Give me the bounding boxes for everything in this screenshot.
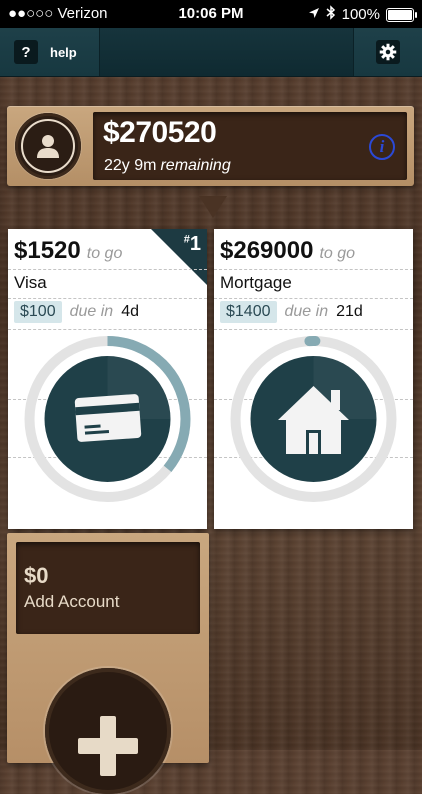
payment-chip: $1400 — [220, 301, 277, 323]
gear-icon — [376, 40, 400, 64]
bluetooth-icon — [326, 5, 336, 24]
total-remaining-box: $270520 22y 9m remaining i — [93, 112, 407, 180]
due-label: due in — [69, 303, 114, 320]
progress-ring — [214, 334, 413, 524]
location-arrow-icon — [308, 6, 320, 23]
total-amount: $270520 — [103, 116, 217, 149]
nav-bar: ? help — [0, 28, 422, 77]
time-remaining-value: 22y 9m — [104, 157, 157, 174]
progress-ring — [8, 334, 207, 524]
battery-icon — [386, 7, 417, 22]
battery-percent: 100% — [341, 6, 380, 23]
help-label: help — [50, 44, 77, 60]
due-row: $1400 due in 21d — [220, 301, 363, 323]
account-name: Visa — [14, 273, 47, 292]
summary-panel: $270520 22y 9m remaining i — [7, 106, 414, 186]
account-card-visa[interactable]: $1520 to go #1 Visa $100 due in 4d — [8, 229, 207, 529]
person-icon — [37, 135, 59, 158]
settings-button[interactable] — [353, 28, 422, 76]
add-account-box: $0 Add Account — [16, 542, 200, 634]
togo-label: to go — [86, 245, 123, 262]
status-bar: ●●○○○ Verizon 10:06 PM 100% — [0, 0, 422, 28]
status-right: 100% — [308, 5, 417, 24]
credit-card-icon — [74, 394, 142, 442]
add-account-button[interactable] — [45, 668, 171, 794]
due-value: 4d — [121, 303, 139, 320]
remaining-label: remaining — [160, 157, 231, 174]
profile-avatar-button[interactable] — [15, 113, 81, 179]
due-value: 21d — [336, 303, 363, 320]
rank-badge-label: #1 — [183, 233, 201, 255]
due-row: $100 due in 4d — [14, 301, 139, 323]
info-icon[interactable]: i — [369, 134, 395, 160]
account-name: Mortgage — [220, 273, 292, 292]
payment-chip: $100 — [14, 301, 62, 323]
due-label: due in — [284, 303, 329, 320]
togo-label: to go — [319, 245, 356, 262]
add-account-panel[interactable]: $0 Add Account — [7, 533, 209, 794]
panel-pointer — [199, 196, 227, 218]
account-card-mortgage[interactable]: $269000 to go Mortgage $1400 due in 21d — [214, 229, 413, 529]
question-icon: ? — [14, 40, 38, 64]
card-amount: $269000 to go — [220, 237, 356, 264]
add-account-amount: $0 — [24, 563, 49, 588]
help-button[interactable]: ? help — [0, 28, 100, 76]
time-remaining: 22y 9m remaining — [104, 157, 231, 175]
card-amount: $1520 to go — [14, 237, 123, 264]
add-account-label: Add Account — [24, 592, 120, 611]
